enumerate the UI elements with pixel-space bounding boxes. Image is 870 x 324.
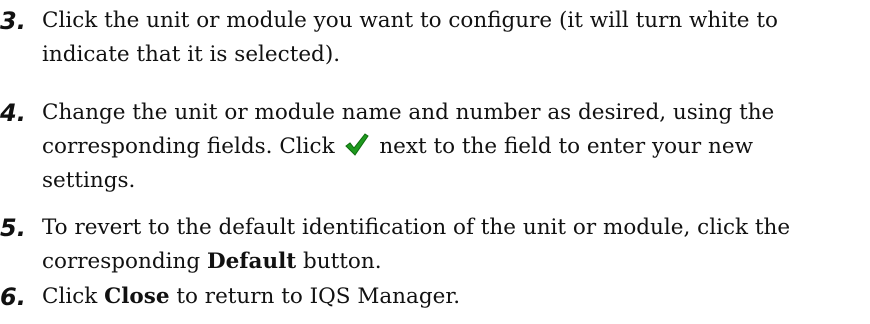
step-line: Click (42, 284, 98, 309)
step-text: To revert to the default identification … (42, 211, 860, 279)
step-text: Click the unit or module you want to con… (42, 4, 860, 72)
close-button-label: Close (104, 284, 170, 309)
step-line: next to the field to enter your new (379, 134, 753, 159)
step-line: Click the unit or module you want to con… (42, 8, 778, 33)
step-line: indicate that it is selected). (42, 42, 341, 67)
step-line: button. (303, 249, 382, 274)
step-number: 4. (0, 99, 26, 127)
step-line: Change the unit or module name and numbe… (42, 100, 775, 125)
step-line: corresponding fields. Click (42, 134, 335, 159)
step-number: 3. (0, 7, 26, 35)
step-line: settings. (42, 168, 136, 193)
step-number: 6. (0, 283, 26, 311)
step-line: corresponding (42, 249, 201, 274)
checkmark-icon-graphic (345, 133, 370, 156)
step-text: Change the unit or module name and numbe… (42, 96, 860, 198)
step-text: Click Close to return to IQS Manager. (42, 280, 860, 314)
checkmark-icon (343, 131, 370, 158)
step-number: 5. (0, 214, 26, 242)
step-line: To revert to the default identification … (42, 215, 791, 240)
step-line: to return to IQS Manager. (176, 284, 461, 309)
default-button-label: Default (206, 249, 297, 274)
